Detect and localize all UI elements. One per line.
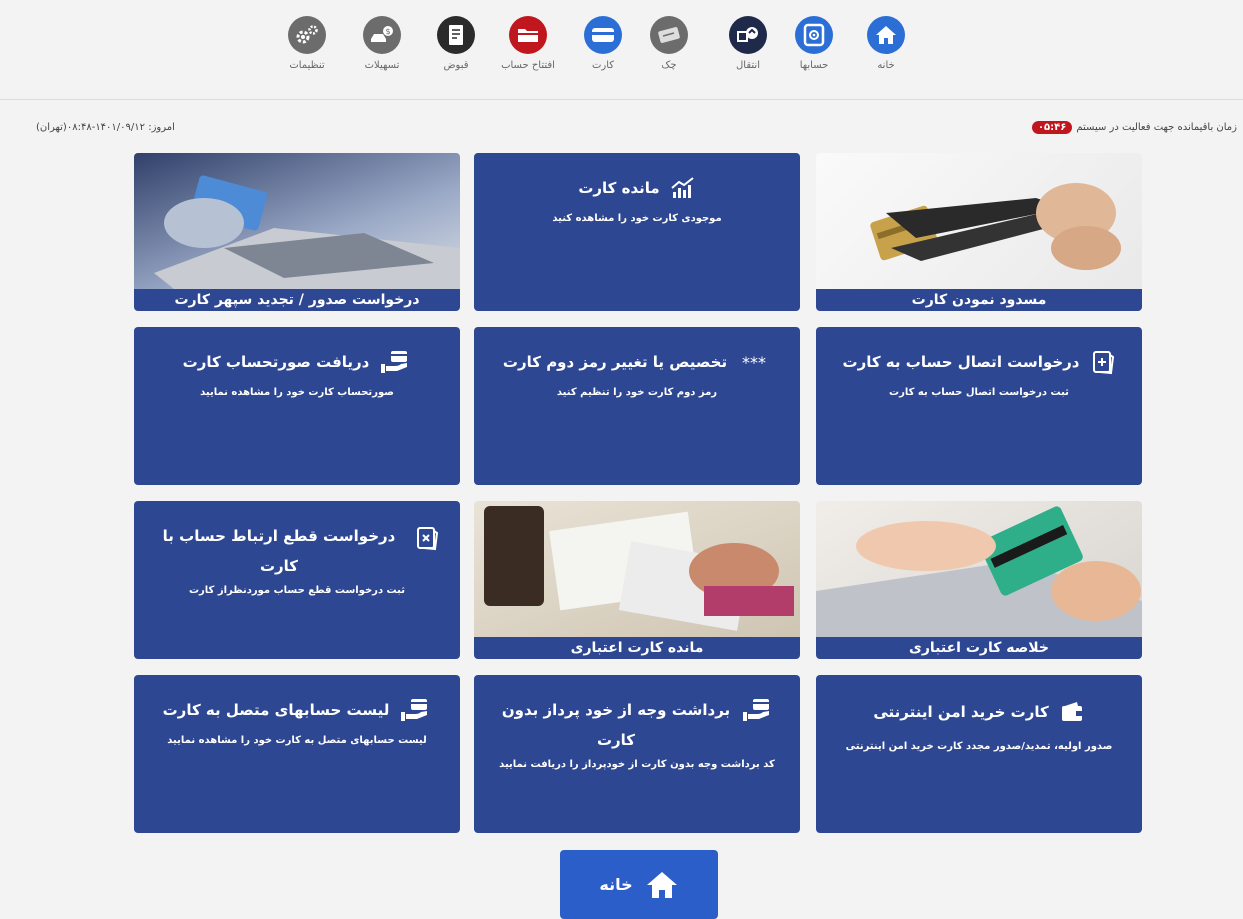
home-icon: [646, 871, 677, 898]
tile-title: تخصیص یا تغییر رمز دوم کارت: [502, 353, 728, 371]
tile-desc: رمز دوم کارت خود را تنظیم کنید: [556, 387, 718, 398]
nav-card[interactable]: کارت: [575, 16, 631, 71]
tile-block-card[interactable]: مسدود نمودن کارت: [816, 153, 1142, 311]
laptop-card-image: [134, 153, 460, 289]
nav-label: خانه: [877, 60, 895, 71]
nav-label: انتقال: [736, 60, 760, 71]
svg-text:***: ***: [742, 354, 766, 370]
nav-label: تنظیمات: [289, 60, 325, 71]
tile-desc: کد برداشت وجه بدون کارت از خودپرداز را د…: [499, 759, 775, 770]
tile-desc: موجودی کارت خود را مشاهده کنید: [552, 213, 722, 224]
card-services-page: خانه حسابها انتقال چک کارت افتتاح حساب ق…: [0, 0, 1243, 919]
tile-caption: خلاصه کارت اعتباری: [816, 637, 1142, 659]
card-in-hand-icon: [381, 351, 408, 373]
tile-credit-summary[interactable]: خلاصه کارت اعتباری: [816, 501, 1142, 659]
tile-credit-balance[interactable]: مانده کارت اعتباری: [474, 501, 800, 659]
tile-sepehr-issue[interactable]: درخواست صدور / تجدید سپهر کارت: [134, 153, 460, 311]
car-loan-icon: $: [363, 16, 401, 54]
nav-label: چک: [661, 60, 677, 71]
tile-title: درخواست اتصال حساب به کارت: [842, 353, 1080, 371]
gear-icon: [288, 16, 326, 54]
wallet-receipts-image: [474, 501, 800, 637]
tile-second-pin[interactable]: *** تخصیص یا تغییر رمز دوم کارت رمز دوم …: [474, 327, 800, 485]
session-timer-label: زمان باقیمانده جهت فعالیت در سیستم: [1076, 122, 1237, 133]
folder-icon: [509, 16, 547, 54]
tile-title: دریافت صورتحساب کارت: [182, 353, 370, 371]
keyboard-card-image: [816, 501, 1142, 637]
session-timer-badge: ۰۵:۴۶: [1031, 121, 1073, 134]
tile-caption: مسدود نمودن کارت: [816, 289, 1142, 311]
card-icon: [584, 16, 622, 54]
tile-title: کارت خرید امن اینترنتی: [873, 703, 1049, 721]
tile-desc: صورتحساب کارت خود را مشاهده نمایید: [200, 387, 394, 398]
tile-card-balance[interactable]: مانده کارت موجودی کارت خود را مشاهده کنی…: [474, 153, 800, 311]
transfer-icon: [729, 16, 767, 54]
tile-statement[interactable]: دریافت صورتحساب کارت صورتحساب کارت خود ر…: [134, 327, 460, 485]
nav-bills[interactable]: قبوض: [428, 16, 484, 71]
add-doc-icon: [1092, 351, 1114, 375]
tile-linked-accounts[interactable]: لیست حسابهای متصل به کارت لیست حسابهای م…: [134, 675, 460, 833]
home-icon: [867, 16, 905, 54]
tile-caption: مانده کارت اعتباری: [474, 637, 800, 659]
tile-title: مانده کارت: [578, 179, 660, 197]
tile-desc: ثبت درخواست قطع حساب موردنظراز کارت: [189, 585, 405, 596]
nav-home[interactable]: خانه: [858, 16, 914, 71]
home-button-label: خانه: [599, 875, 633, 894]
bill-icon: [437, 16, 475, 54]
nav-transfer[interactable]: انتقال: [720, 16, 776, 71]
nav-loans[interactable]: $ تسهیلات: [354, 16, 410, 71]
chart-up-icon: [671, 177, 694, 198]
tile-desc: لیست حسابهای متصل به کارت خود را مشاهده …: [167, 735, 427, 746]
session-timer-info: زمان باقیمانده جهت فعالیت در سیستم ۰۵:۴۶: [1031, 121, 1237, 134]
svg-text:$: $: [385, 27, 390, 36]
tile-internet-card[interactable]: کارت خرید امن اینترنتی صدور اولیه، تمدید…: [816, 675, 1142, 833]
check-icon: [650, 16, 688, 54]
nav-check[interactable]: چک: [641, 16, 697, 71]
nav-accounts[interactable]: حسابها: [786, 16, 842, 71]
asterisks-icon: ***: [742, 354, 766, 370]
wallet-icon: [1061, 702, 1082, 721]
nav-label: قبوض: [443, 60, 469, 71]
scissors-card-image: [816, 153, 1142, 289]
nav-label: تسهیلات: [364, 60, 400, 71]
tile-unlink-account[interactable]: درخواست قطع ارتباط حساب با کارت ثبت درخو…: [134, 501, 460, 659]
nav-label: کارت: [591, 60, 615, 71]
nav-settings[interactable]: تنظیمات: [279, 16, 335, 71]
tile-desc: ثبت درخواست اتصال حساب به کارت: [889, 387, 1069, 398]
nav-open-account[interactable]: افتتاح حساب: [500, 16, 556, 71]
today-date: امروز: ۱۴۰۱/۰۹/۱۲-۰۸:۴۸(تهران): [36, 122, 175, 133]
card-in-hand-icon: [743, 699, 769, 721]
tile-caption: درخواست صدور / تجدید سپهر کارت: [134, 289, 460, 311]
card-in-hand-icon: [401, 699, 428, 721]
tile-title: برداشت وجه از خود پرداز بدون کارت: [501, 701, 731, 749]
tile-link-account[interactable]: درخواست اتصال حساب به کارت ثبت درخواست ا…: [816, 327, 1142, 485]
nav-label: افتتاح حساب: [501, 60, 555, 71]
tile-cardless-withdraw[interactable]: برداشت وجه از خود پرداز بدون کارت کد برد…: [474, 675, 800, 833]
tile-title: لیست حسابهای متصل به کارت: [162, 701, 390, 719]
remove-doc-icon: [417, 527, 439, 551]
tile-desc: صدور اولیه، تمدید/صدور مجدد کارت خرید ام…: [845, 741, 1113, 752]
nav-label: حسابها: [799, 60, 829, 71]
safe-icon: [795, 16, 833, 54]
top-navigation: خانه حسابها انتقال چک کارت افتتاح حساب ق…: [0, 0, 1243, 100]
tile-title: درخواست قطع ارتباط حساب با کارت: [162, 527, 396, 575]
home-button[interactable]: خانه: [560, 850, 718, 919]
